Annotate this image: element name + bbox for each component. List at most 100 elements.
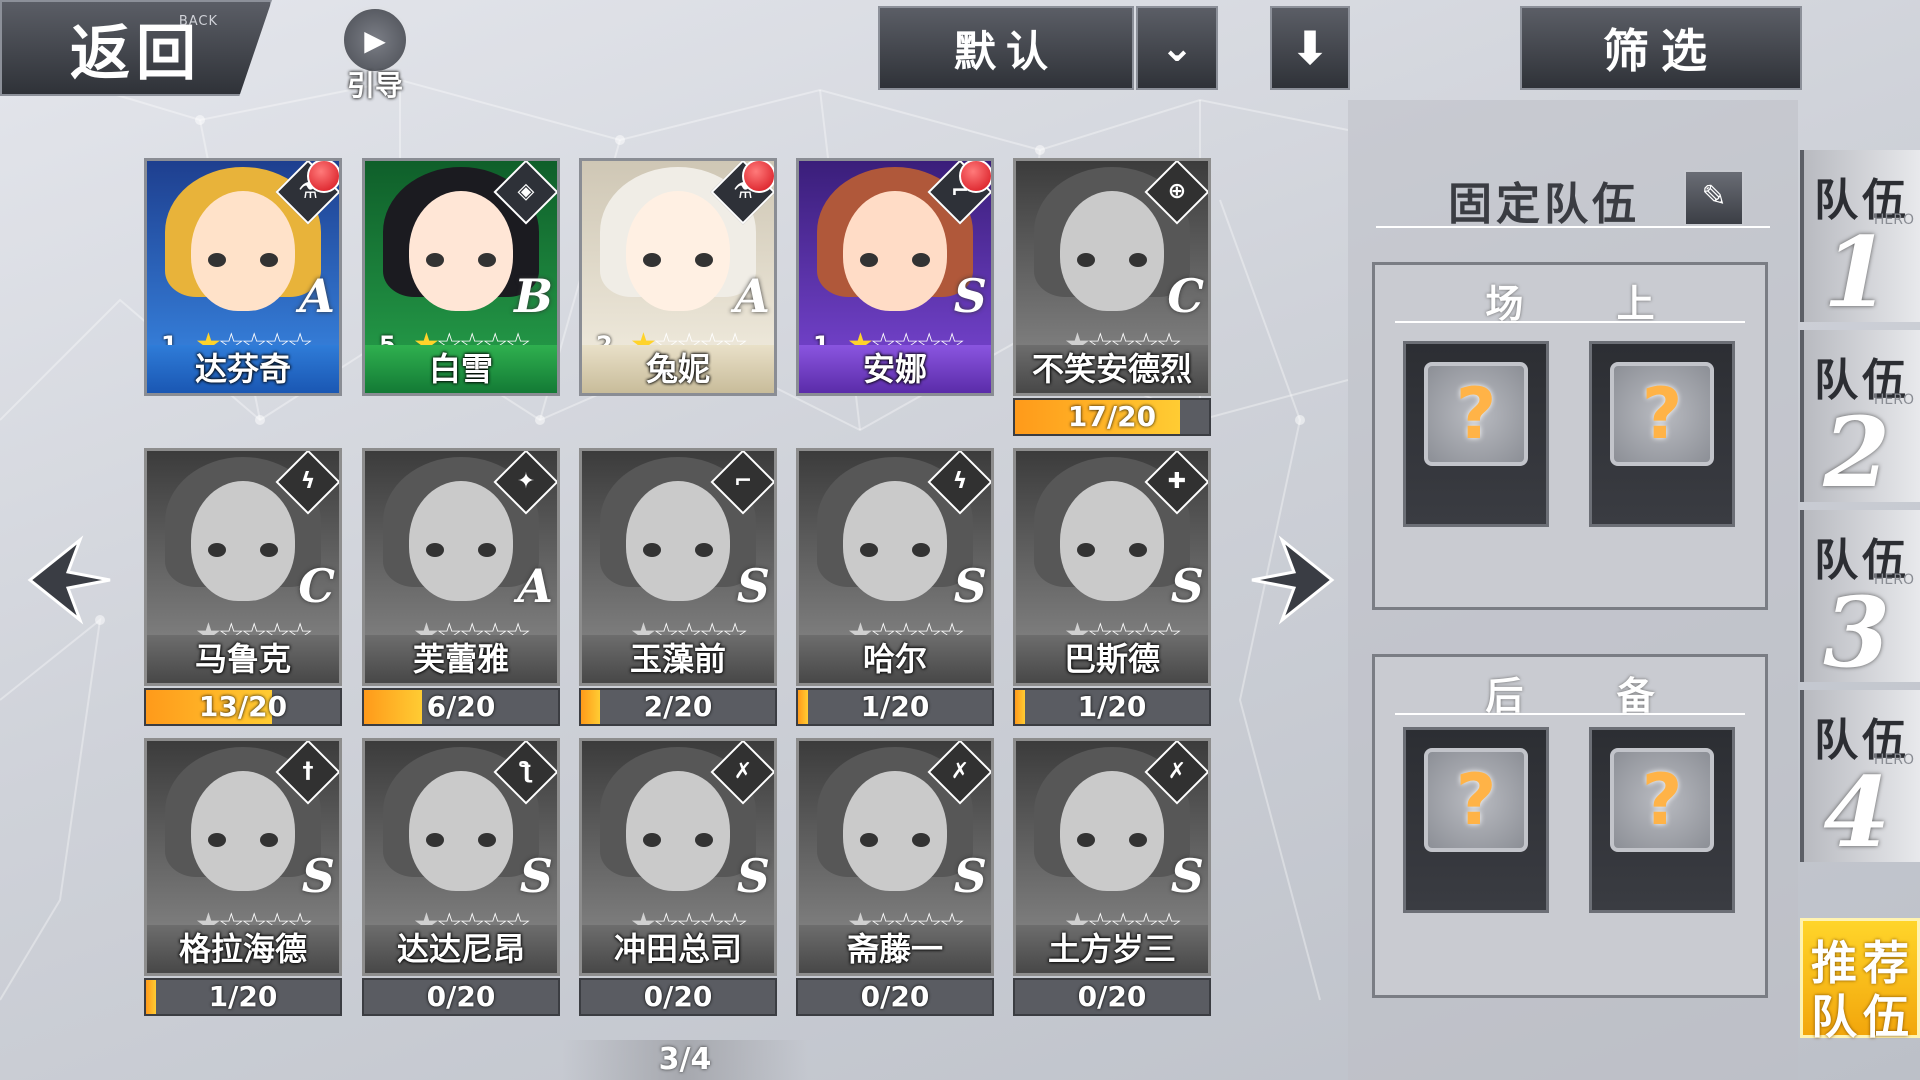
hero-name: 哈尔 [799,635,991,683]
hero-name: 白雪 [365,345,557,393]
sort-button[interactable]: 默认 [878,6,1134,90]
shard-progress-bar: 1/20 [144,978,342,1016]
hero-card[interactable]: ✗S★☆☆☆☆土方岁三 [1013,738,1211,976]
tab-team-4[interactable]: 队伍 HERO 4 [1800,690,1920,869]
reserve-slot[interactable]: ? [1589,727,1735,913]
guide-button[interactable]: ▶ 引导 [330,6,420,102]
hero-card[interactable]: ✦A★☆☆☆☆芙蕾雅 [362,448,560,686]
hero-name: 不笑安德烈 [1016,345,1208,393]
hero-card[interactable]: †S★☆☆☆☆格拉海德 [144,738,342,976]
hero-card[interactable]: ✚S★☆☆☆☆巴斯德 [1013,448,1211,686]
portrait-eyes [426,543,496,557]
portrait-eyes [643,833,713,847]
hero-name: 巴斯德 [1016,635,1208,683]
rank-badge: S [1170,849,1204,903]
new-badge-icon [742,161,774,193]
reserve-slot[interactable]: ? [1403,727,1549,913]
new-badge-icon [307,161,339,193]
progress-fill [364,690,423,724]
hero-card[interactable]: ⊕C★☆☆☆☆不笑安德烈 [1013,158,1211,396]
chevron-down-icon: ⌄ [1160,25,1194,71]
portrait-face [626,771,730,891]
tab-team-3[interactable]: 队伍 HERO 3 [1800,510,1920,689]
hero-name: 冲田总司 [582,925,774,973]
hero-card[interactable]: ⚗A2★☆☆☆☆兔妮 [579,158,777,396]
back-button[interactable]: 返回 BACK [0,0,272,96]
tab-number: 3 [1823,576,1890,689]
hero-card[interactable]: ◈B5★☆☆☆☆白雪 [362,158,560,396]
hero-card[interactable]: ⚗A1★☆☆☆☆达芬奇 [144,158,342,396]
guide-label: 引导 [346,69,403,102]
pencil-icon: ✎ [1701,179,1727,214]
hero-card[interactable]: ⌐S1★☆☆☆☆安娜 [796,158,994,396]
hero-name: 达芬奇 [147,345,339,393]
hero-card[interactable]: ϟC★☆☆☆☆马鲁克 [144,448,342,686]
hero-card[interactable]: ✗S★☆☆☆☆斋藤一 [796,738,994,976]
rank-badge: S [736,849,770,903]
portrait-face [1060,771,1164,891]
next-page-arrow-icon[interactable] [1242,530,1342,630]
rank-badge: B [514,269,553,323]
portrait-face [626,481,730,601]
onfield-slot[interactable]: ? [1403,341,1549,527]
portrait-eyes [426,833,496,847]
hero-card[interactable]: ⌐S★☆☆☆☆玉藻前 [579,448,777,686]
portrait-eyes [1077,833,1147,847]
onfield-slot[interactable]: ? [1589,341,1735,527]
progress-text: 0/20 [860,980,930,1013]
recommend-team-button[interactable]: 推荐 队伍 [1800,918,1920,1044]
rank-badge: A [517,559,553,613]
portrait-eyes [208,253,278,267]
portrait-eyes [208,543,278,557]
progress-text: 0/20 [426,980,496,1013]
edit-team-button[interactable]: ✎ [1684,170,1744,226]
portrait-face [843,481,947,601]
shard-progress-bar: 0/20 [796,978,994,1016]
prev-page-arrow-icon[interactable] [20,530,120,630]
hero-card[interactable]: ƪS★☆☆☆☆达达尼昂 [362,738,560,976]
hero-name: 安娜 [799,345,991,393]
progress-text: 0/20 [1077,980,1147,1013]
rank-badge: S [953,849,987,903]
portrait-eyes [860,543,930,557]
rank-badge: A [734,269,770,323]
portrait-face [409,481,513,601]
tab-number: 4 [1823,756,1890,869]
question-mark-icon: ? [1424,748,1528,852]
sort-order-button[interactable]: ⬇ [1270,6,1350,90]
onfield-label: 场 上 [1485,282,1695,326]
reserve-section: 后 备 ? ? [1372,654,1768,998]
rank-badge: C [1167,269,1204,323]
sort-label: 默认 [953,26,1058,76]
progress-fill [146,980,156,1014]
sort-dropdown-button[interactable]: ⌄ [1136,6,1218,90]
portrait-eyes [860,833,930,847]
shard-progress-bar: 1/20 [1013,688,1211,726]
hero-card[interactable]: ✗S★☆☆☆☆冲田总司 [579,738,777,976]
progress-text: 1/20 [1077,690,1147,723]
shard-progress-bar: 0/20 [579,978,777,1016]
progress-fill [798,690,808,724]
hero-name: 兔妮 [582,345,774,393]
shard-progress-bar: 2/20 [579,688,777,726]
filter-label: 筛选 [1603,24,1719,78]
portrait-face [191,481,295,601]
hero-name: 斋藤一 [799,925,991,973]
divider [1395,321,1745,323]
tab-number: 1 [1823,216,1890,329]
tab-team-1[interactable]: 队伍 HERO 1 [1800,150,1920,329]
tab-team-2[interactable]: 队伍 HERO 2 [1800,330,1920,509]
portrait-eyes [1077,253,1147,267]
hero-name: 格拉海德 [147,925,339,973]
filter-button[interactable]: 筛选 [1520,6,1802,90]
hero-card[interactable]: ϟS★☆☆☆☆哈尔 [796,448,994,686]
hero-name: 玉藻前 [582,635,774,683]
portrait-face [191,191,295,311]
shard-progress-bar: 6/20 [362,688,560,726]
reserve-label: 后 备 [1485,674,1695,718]
team-title: 固定队伍 [1448,179,1640,230]
recommend-label-line2: 队伍 [1811,990,1915,1044]
portrait-face [843,191,947,311]
onfield-section: 场 上 ? ? [1372,262,1768,610]
page-indicator: 3/4 [562,1040,808,1080]
